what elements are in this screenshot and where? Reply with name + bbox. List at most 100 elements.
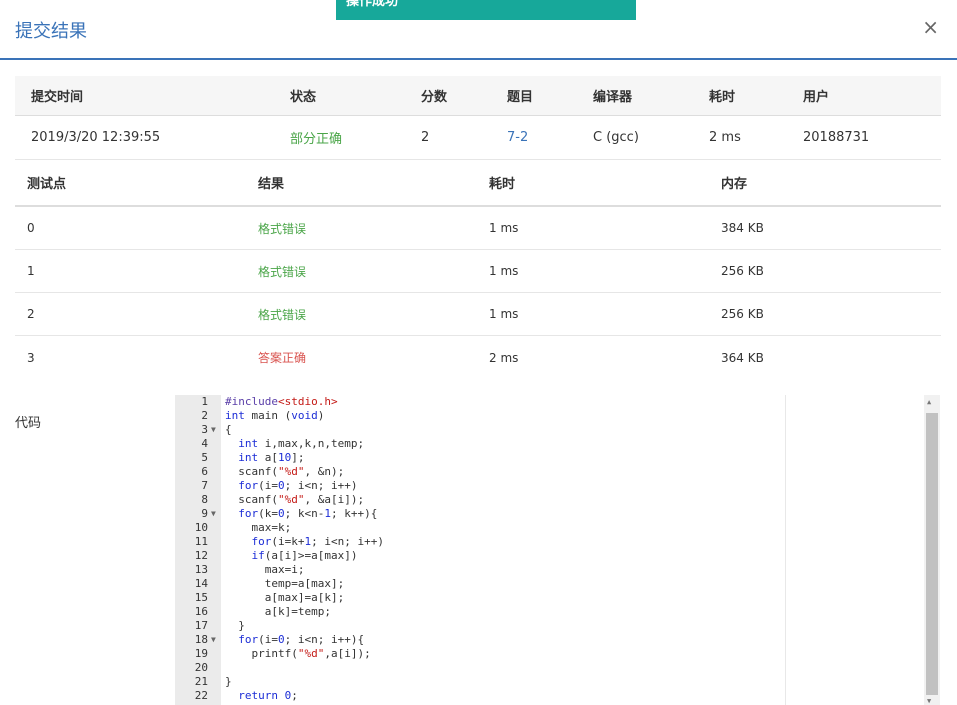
code-line: 7 for(i=0; i<n; i++) [175, 479, 925, 493]
code-line: 22 return 0; [175, 689, 925, 703]
code-text: a[k]=temp; [225, 605, 331, 618]
dialog-header: 提交结果 × [0, 0, 957, 60]
code-label: 代码 [15, 416, 42, 431]
summary-row: 2019/3/20 12:39:55 部分正确 2 7-2 C (gcc) 2 … [15, 116, 941, 160]
line-number: 2 [201, 409, 208, 422]
line-number: 13 [194, 563, 208, 576]
compiler: C (gcc) [593, 130, 639, 145]
line-number: 22 [194, 689, 208, 702]
line-number: 11 [194, 535, 208, 548]
line-number: 19 [194, 647, 208, 660]
code-line: 11 for(i=k+1; i<n; i++) [175, 535, 925, 549]
header-status: 状态 [290, 90, 317, 105]
code-line: 19 printf("%d",a[i]); [175, 647, 925, 661]
elapsed-time: 2 ms [709, 130, 741, 145]
code-text: temp=a[max]; [225, 577, 345, 590]
test-id: 1 [27, 264, 35, 278]
code-line: 3 ▼ { [175, 423, 925, 437]
user-id: 20188731 [803, 130, 870, 145]
test-result: 格式错误 [258, 307, 307, 322]
test-id: 2 [27, 307, 35, 321]
line-number: 8 [201, 493, 208, 506]
line-number: 14 [194, 577, 208, 590]
test-time: 1 ms [489, 264, 519, 278]
test-memory: 256 KB [721, 264, 764, 278]
test-result: 答案正确 [258, 351, 307, 365]
header-result: 结果 [258, 177, 285, 192]
code-line: 14 temp=a[max]; [175, 577, 925, 591]
line-number: 21 [194, 675, 208, 688]
header-submit-time: 提交时间 [31, 90, 84, 105]
code-text: } [225, 675, 232, 688]
header-score: 分数 [421, 90, 448, 105]
code-text: for(k=0; k<n-1; k++){ [238, 507, 378, 520]
line-number: 5 [201, 451, 208, 464]
code-line: 1 #include<stdio.h> [175, 395, 925, 409]
line-number: 20 [194, 661, 208, 674]
close-icon[interactable]: × [922, 15, 939, 39]
code-text: scanf("%d", &n); [225, 465, 345, 478]
code-text: if(a[i]>=a[max]) [251, 549, 358, 562]
summary-header-row: 提交时间 状态 分数 题目 编译器 耗时 用户 [15, 76, 941, 116]
table-row: 2 格式错误 1 ms 256 KB [15, 293, 941, 336]
code-text: } [225, 619, 245, 632]
code-text: for(i=0; i<n; i++) [238, 479, 358, 492]
editor-scrollbar[interactable]: ▲ ▼ [924, 395, 940, 705]
header-test-time: 耗时 [489, 177, 516, 192]
code-text: return 0; [238, 689, 298, 702]
code-line: 10 max=k; [175, 521, 925, 535]
submit-time: 2019/3/20 12:39:55 [31, 130, 161, 145]
code-line: 4 int i,max,k,n,temp; [175, 437, 925, 451]
scrollbar-thumb[interactable] [926, 413, 938, 695]
table-row: 0 格式错误 1 ms 384 KB [15, 207, 941, 250]
test-memory: 256 KB [721, 307, 764, 321]
code-line: 20 [175, 661, 925, 675]
test-id: 3 [27, 350, 35, 365]
code-line: 15 a[max]=a[k]; [175, 591, 925, 605]
code-text: scanf("%d", &a[i]); [225, 493, 365, 506]
fold-toggle-icon[interactable]: ▼ [211, 507, 216, 521]
code-line: 18 ▼ for(i=0; i<n; i++){ [175, 633, 925, 647]
code-line: 2 int main (void) [175, 409, 925, 423]
code-editor[interactable]: 1 #include<stdio.h> 2 int main (void) 3 ▼{4 i… [175, 395, 940, 705]
test-memory: 364 KB [721, 350, 764, 365]
status-badge: 部分正确 [290, 132, 343, 147]
line-number: 3 [201, 423, 208, 436]
test-id: 0 [27, 221, 35, 235]
submission-summary-table: 提交时间 状态 分数 题目 编译器 耗时 用户 2019/3/20 12:39:… [15, 76, 941, 160]
line-number: 7 [201, 479, 208, 492]
score: 2 [421, 130, 430, 145]
fold-toggle-icon[interactable]: ▼ [211, 423, 216, 437]
line-number: 9 [201, 507, 208, 520]
code-text: int i,max,k,n,temp; [238, 437, 365, 450]
line-number: 4 [201, 437, 208, 450]
tests-header-row: 测试点 结果 耗时 内存 [15, 160, 941, 207]
test-memory: 384 KB [721, 221, 764, 235]
test-cases-table: 测试点 结果 耗时 内存 0 格式错误 1 ms 384 KB 1 格式错误 1… [15, 160, 941, 379]
scroll-down-icon[interactable]: ▼ [927, 697, 931, 705]
code-line: 17 } [175, 619, 925, 633]
code-text: printf("%d",a[i]); [225, 647, 371, 660]
line-number: 10 [194, 521, 208, 534]
code-line: 8 scanf("%d", &a[i]); [175, 493, 925, 507]
header-test-point: 测试点 [27, 177, 67, 192]
code-line: 12 if(a[i]>=a[max]) [175, 549, 925, 563]
header-problem: 题目 [507, 90, 534, 105]
code-text: max=i; [225, 563, 305, 576]
code-text: for(i=0; i<n; i++){ [238, 633, 365, 646]
code-line: 6 scanf("%d", &n); [175, 465, 925, 479]
test-time: 1 ms [489, 221, 519, 235]
problem-link[interactable]: 7-2 [507, 116, 528, 159]
test-result: 格式错误 [258, 264, 307, 279]
fold-toggle-icon[interactable]: ▼ [211, 633, 216, 647]
test-time: 1 ms [489, 307, 519, 321]
header-compiler: 编译器 [593, 90, 633, 105]
line-number: 6 [201, 465, 208, 478]
code-text: #include<stdio.h> [225, 395, 338, 408]
test-result: 格式错误 [258, 221, 307, 236]
code-text: max=k; [225, 521, 292, 534]
code-line: 16 a[k]=temp; [175, 605, 925, 619]
code-line: 9 ▼ for(k=0; k<n-1; k++){ [175, 507, 925, 521]
code-text: a[max]=a[k]; [225, 591, 345, 604]
scroll-up-icon[interactable]: ▲ [927, 398, 931, 406]
